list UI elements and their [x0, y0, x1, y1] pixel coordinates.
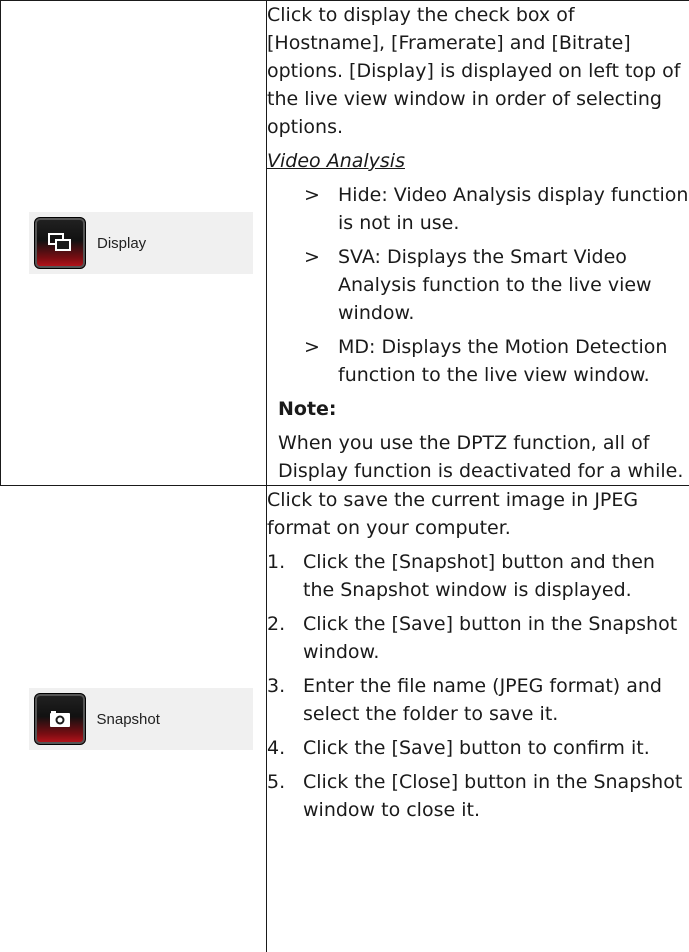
list-item: 3. Enter the file name (JPEG format) and… — [267, 672, 689, 728]
display-intro: Click to display the check box of [Hostn… — [267, 1, 689, 141]
step-text: Click the [Snapshot] button and then the… — [303, 548, 689, 604]
display-overlay-icon — [34, 217, 86, 269]
list-item: > MD: Displays the Motion Detection func… — [304, 333, 689, 389]
step-number: 1. — [267, 548, 303, 604]
list-item: > SVA: Displays the Smart Video Analysis… — [304, 243, 689, 327]
list-item: > Hide: Video Analysis display function … — [304, 181, 689, 237]
bullet-marker: > — [304, 333, 338, 389]
display-icon-cell: Display — [1, 1, 267, 486]
list-item: 1. Click the [Snapshot] button and then … — [267, 548, 689, 604]
list-item: 5. Click the [Close] button in the Snaps… — [267, 768, 689, 824]
step-text: Click the [Save] button to confirm it. — [303, 734, 689, 762]
snapshot-intro: Click to save the current image in JPEG … — [267, 486, 689, 542]
snapshot-button-label: Snapshot — [97, 711, 160, 728]
display-button-label: Display — [97, 235, 146, 252]
display-button[interactable]: Display — [29, 212, 253, 274]
note-label: Note: — [278, 395, 689, 423]
display-row: Display Click to display the check box o… — [1, 1, 689, 486]
display-description-cell: Click to display the check box of [Hostn… — [267, 1, 689, 486]
step-text: Click the [Save] button in the Snapshot … — [303, 610, 689, 666]
step-text: Enter the file name (JPEG format) and se… — [303, 672, 689, 728]
bullet-marker: > — [304, 243, 338, 327]
step-number: 4. — [267, 734, 303, 762]
snapshot-row: Snapshot Click to save the current image… — [1, 486, 689, 952]
note-text: When you use the DPTZ function, all of D… — [278, 429, 689, 485]
bullet-marker: > — [304, 181, 338, 237]
camera-icon — [34, 693, 86, 745]
step-number: 2. — [267, 610, 303, 666]
step-text: Click the [Close] button in the Snapshot… — [303, 768, 689, 824]
function-table: Display Click to display the check box o… — [0, 0, 689, 952]
video-analysis-subheading: Video Analysis — [267, 147, 689, 175]
snapshot-icon-cell: Snapshot — [1, 486, 267, 952]
step-number: 5. — [267, 768, 303, 824]
bullet-text: SVA: Displays the Smart Video Analysis f… — [338, 243, 689, 327]
snapshot-button[interactable]: Snapshot — [29, 688, 253, 750]
snapshot-description-cell: Click to save the current image in JPEG … — [267, 486, 689, 952]
step-number: 3. — [267, 672, 303, 728]
bullet-text: MD: Displays the Motion Detection functi… — [338, 333, 689, 389]
list-item: 4. Click the [Save] button to confirm it… — [267, 734, 689, 762]
list-item: 2. Click the [Save] button in the Snapsh… — [267, 610, 689, 666]
bullet-text: Hide: Video Analysis display function is… — [338, 181, 689, 237]
